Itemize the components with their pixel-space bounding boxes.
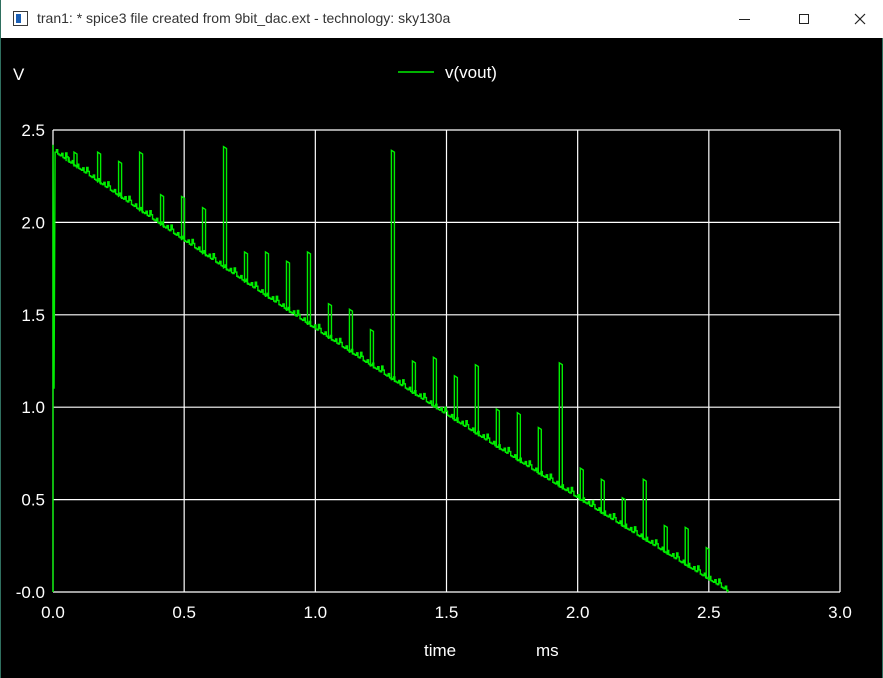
- x-tick-label: 2.5: [697, 603, 721, 622]
- legend: v(vout): [398, 63, 497, 82]
- glitch-spike: [705, 546, 710, 581]
- glitch-spike: [684, 526, 689, 568]
- y-tick-label: 0.5: [21, 491, 45, 510]
- glitch-spike: [201, 206, 207, 257]
- maximize-button[interactable]: [781, 0, 827, 38]
- glitch-spike: [222, 145, 228, 271]
- glitch-spike: [264, 250, 270, 299]
- y-axis-label: V: [13, 65, 25, 84]
- minimize-button[interactable]: [721, 0, 767, 38]
- trace-layer: [52, 144, 729, 593]
- grid: [52, 129, 841, 593]
- window-title: tran1: * spice3 file created from 9bit_d…: [37, 10, 451, 26]
- title-bar[interactable]: tran1: * spice3 file created from 9bit_d…: [1, 0, 883, 38]
- glitch-spike: [180, 195, 186, 243]
- x-tick-label: 0.0: [41, 603, 65, 622]
- plot-area[interactable]: 0.0 0.5 1.0 1.5 2.0 2.5 3.0 -0.0 0.5 1.0 1.5 2.0 2.5…: [1, 38, 883, 678]
- x-tick-label: 1.5: [435, 603, 459, 622]
- glitch-spike: [516, 411, 522, 464]
- app-window-icon: [13, 11, 28, 26]
- y-tick-label: 2.5: [21, 121, 45, 140]
- x-tick-label: 3.0: [828, 603, 852, 622]
- series-line-vout: [52, 144, 729, 593]
- legend-label: v(vout): [445, 63, 497, 82]
- glitch-spike: [558, 361, 563, 490]
- y-tick-label: 1.0: [21, 398, 45, 417]
- glitch-spike: [348, 308, 354, 355]
- glitch-spike: [390, 149, 396, 383]
- x-axis-label: time: [424, 641, 456, 660]
- x-tick-label: 0.5: [172, 603, 196, 622]
- glitch-spike: [138, 150, 144, 214]
- glitch-spike: [474, 363, 480, 437]
- close-icon: [854, 13, 866, 25]
- glitch-spike: [600, 478, 605, 516]
- glitch-spike: [432, 356, 438, 410]
- glitch-spike: [537, 426, 543, 477]
- glitch-spike: [621, 496, 626, 529]
- glitch-spike: [453, 374, 459, 423]
- x-tick-label: 1.0: [304, 603, 328, 622]
- glitch-spike: [663, 524, 668, 555]
- y-tick-label: -0.0: [16, 583, 45, 602]
- x-tick-label: 2.0: [566, 603, 590, 622]
- waveform-chart[interactable]: 0.0 0.5 1.0 1.5 2.0 2.5 3.0 -0.0 0.5 1.0 1.5 2.0 2.5…: [1, 38, 883, 678]
- glitch-spike: [579, 466, 584, 503]
- glitch-spike: [642, 478, 647, 542]
- app-window: tran1: * spice3 file created from 9bit_d…: [0, 0, 883, 678]
- maximize-icon: [799, 14, 809, 24]
- y-tick-label: 1.5: [21, 306, 45, 325]
- glitch-spike: [495, 407, 501, 450]
- x-axis-unit: ms: [536, 641, 559, 660]
- minimize-icon: [738, 18, 750, 20]
- y-tick-label: 2.0: [21, 213, 45, 232]
- glitch-spike: [306, 250, 312, 327]
- close-button[interactable]: [837, 0, 883, 38]
- glitch-spike: [285, 259, 291, 313]
